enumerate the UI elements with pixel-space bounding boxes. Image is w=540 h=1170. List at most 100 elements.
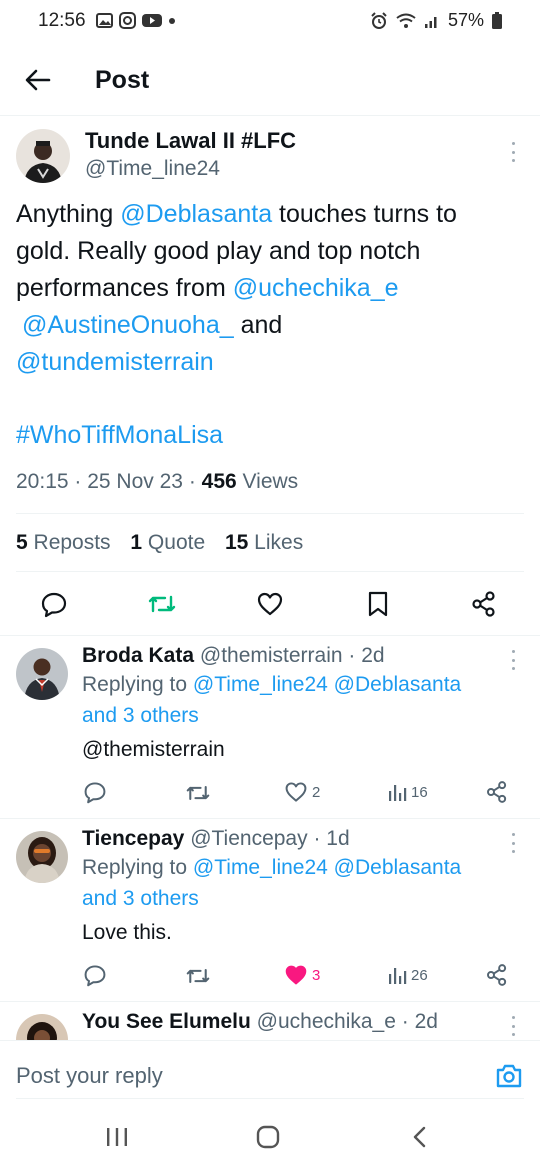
reply-more-button[interactable] xyxy=(509,650,517,670)
engagement-stats: 5 Reposts 1 Quote 15 Likes xyxy=(16,531,303,555)
reply-share-button[interactable] xyxy=(485,780,509,804)
reply-icon xyxy=(41,592,67,618)
camera-icon xyxy=(496,1064,522,1088)
divider xyxy=(16,571,524,572)
reply-repost-button[interactable] xyxy=(185,964,211,988)
share-icon xyxy=(487,781,507,803)
notification-icons xyxy=(96,12,176,29)
reply-share-button[interactable] xyxy=(485,963,509,987)
mention-link[interactable]: @uchechika_e xyxy=(233,274,399,302)
share-action-button[interactable] xyxy=(470,590,498,618)
meta-separator: · xyxy=(188,470,202,493)
replying-to-line: Replying to @Time_line24 @Deblasanta and… xyxy=(82,669,522,731)
reply-like-button[interactable]: 3 xyxy=(284,963,320,987)
reply-handle[interactable]: @uchechika_e xyxy=(257,1010,396,1033)
reply-display-name[interactable]: Tiencepay xyxy=(82,827,184,850)
replying-to-mentions[interactable]: @Time_line24 @Deblasanta xyxy=(193,673,461,696)
quotes-stat[interactable]: 1 Quote xyxy=(130,531,205,554)
reply-age: 2d xyxy=(414,1010,438,1033)
reply-icon xyxy=(84,965,106,987)
reply-avatar[interactable] xyxy=(16,831,68,883)
repost-action-button[interactable] xyxy=(147,590,177,618)
tweet-meta: 20:15 · 25 Nov 23 · 456 Views xyxy=(16,470,298,494)
divider xyxy=(0,818,540,819)
hashtag-link[interactable]: #WhoTiffMonaLisa xyxy=(16,421,223,449)
reply-views-button[interactable]: 16 xyxy=(387,780,428,804)
home-button[interactable] xyxy=(256,1125,280,1149)
like-icon xyxy=(285,965,307,985)
author-handle[interactable]: @Time_line24 xyxy=(85,157,220,181)
meta-separator: · xyxy=(342,644,362,667)
reply-display-name[interactable]: Broda Kata xyxy=(82,644,194,667)
others-link[interactable]: and 3 others xyxy=(82,887,199,910)
like-icon xyxy=(257,592,283,616)
reply-views-button[interactable]: 26 xyxy=(387,963,428,987)
views-icon xyxy=(389,968,407,984)
reply-comment-button[interactable] xyxy=(83,963,107,987)
reply-like-button[interactable]: 2 xyxy=(284,780,320,804)
repost-icon xyxy=(148,595,176,613)
reply-composer[interactable]: Post your reply xyxy=(0,1040,540,1112)
reposts-stat[interactable]: 5 Reposts xyxy=(16,531,111,554)
reposts-label: Reposts xyxy=(27,531,111,554)
camera-button[interactable] xyxy=(494,1061,524,1091)
reply-item[interactable]: You See Elumelu @uchechika_e · 2d xyxy=(82,1010,522,1034)
mention-link[interactable]: @AustineOnuoha_ xyxy=(22,311,234,339)
tweet-time: 20:15 xyxy=(16,470,69,493)
reply-age: 1d xyxy=(326,827,350,850)
author-avatar[interactable] xyxy=(16,129,70,183)
reply-handle[interactable]: @themisterrain xyxy=(200,644,343,667)
tweet-text-part: Anything xyxy=(16,200,121,228)
nav-back-button[interactable] xyxy=(410,1125,430,1149)
more-options-button[interactable] xyxy=(509,142,517,162)
reply-icon xyxy=(84,782,106,804)
reply-input[interactable]: Post your reply xyxy=(16,1063,163,1089)
tweet-text: Anything @Deblasanta touches turns to go… xyxy=(16,196,516,454)
reply-item[interactable]: Tiencepay @Tiencepay · 1d Replying to @T… xyxy=(82,827,522,948)
reply-more-button[interactable] xyxy=(509,1016,517,1036)
reposts-count: 5 xyxy=(16,531,28,554)
replying-to-line: Replying to @Time_line24 @Deblasanta and… xyxy=(82,852,522,914)
repost-icon xyxy=(186,968,210,984)
like-action-button[interactable] xyxy=(256,590,284,618)
reply-more-button[interactable] xyxy=(509,833,517,853)
battery-icon xyxy=(492,12,502,29)
replying-to-mentions[interactable]: @Time_line24 @Deblasanta xyxy=(193,856,461,879)
share-icon xyxy=(487,964,507,986)
reply-item[interactable]: Broda Kata @themisterrain · 2d Replying … xyxy=(82,644,522,765)
reply-header: You See Elumelu @uchechika_e · 2d xyxy=(82,1010,522,1034)
author-display-name[interactable]: Tunde Lawal II #LFC xyxy=(85,128,296,154)
bookmark-action-button[interactable] xyxy=(366,590,390,618)
reply-text: Love this. xyxy=(82,921,172,944)
divider xyxy=(0,1001,540,1002)
views-label: Views xyxy=(236,470,299,493)
reply-avatar[interactable] xyxy=(16,648,68,700)
likes-count: 15 xyxy=(224,531,249,554)
back-button[interactable] xyxy=(20,62,56,98)
battery-percent: 57% xyxy=(447,10,484,30)
youtube-icon xyxy=(142,14,162,27)
reply-repost-button[interactable] xyxy=(185,781,211,805)
signal-icon xyxy=(424,16,437,28)
recents-button[interactable] xyxy=(104,1126,130,1148)
likes-stat[interactable]: 15 Likes xyxy=(225,531,303,554)
status-bar: 12:56 57% xyxy=(0,0,540,44)
reply-text[interactable]: @themisterrain xyxy=(82,734,522,765)
likes-label: Likes xyxy=(248,531,304,554)
mention-link[interactable]: @tundemisterrain xyxy=(16,348,214,376)
reply-handle[interactable]: @Tiencepay xyxy=(190,827,307,850)
others-link[interactable]: and 3 others xyxy=(82,704,199,727)
tweet-text-part: and xyxy=(233,311,283,339)
status-time: 12:56 xyxy=(38,10,86,31)
reply-action-button[interactable] xyxy=(40,590,68,618)
meta-separator: · xyxy=(395,1010,415,1033)
wifi-icon xyxy=(396,13,416,28)
reply-comment-button[interactable] xyxy=(83,780,107,804)
views-icon xyxy=(389,785,407,801)
tweet-date: 25 Nov 23 xyxy=(87,470,183,493)
divider xyxy=(16,513,524,514)
mention-link[interactable]: @Deblasanta xyxy=(120,200,272,228)
meta-separator: · xyxy=(74,470,88,493)
reply-display-name[interactable]: You See Elumelu xyxy=(82,1010,251,1033)
share-icon xyxy=(472,591,495,617)
